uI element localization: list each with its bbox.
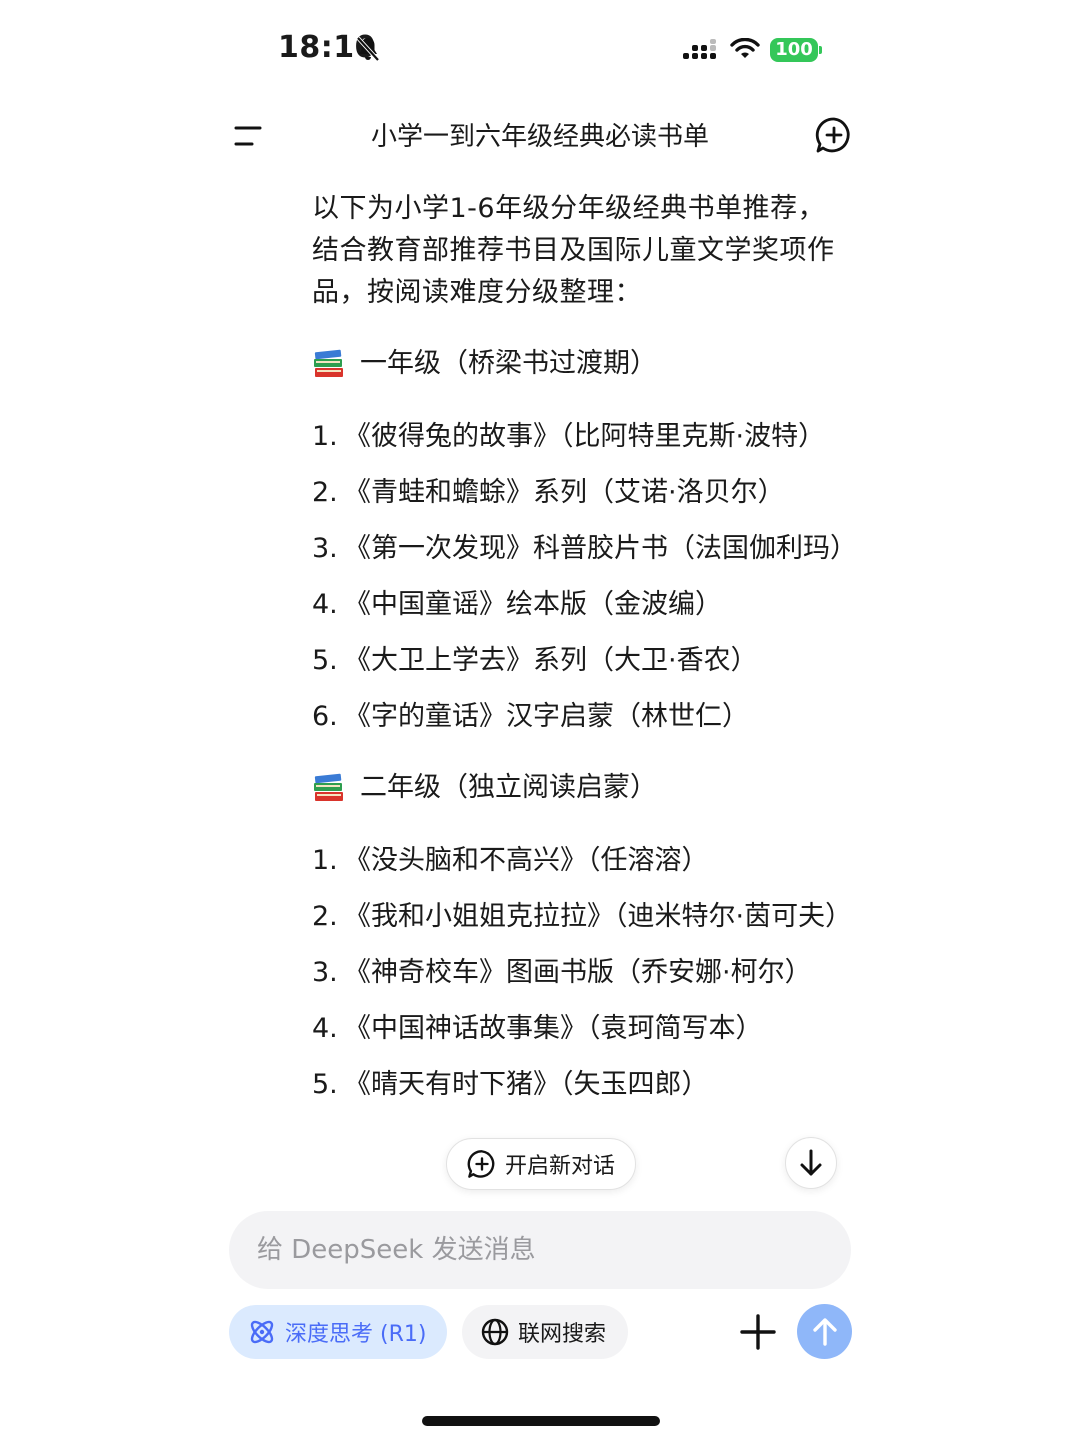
book-title: 《没头脑和不高兴》（任溶溶）: [344, 845, 709, 876]
list-number: 6.: [312, 701, 338, 732]
book-title: 《大卫上学去》系列（大卫·香农）: [344, 645, 758, 676]
list-number: 3.: [312, 957, 338, 988]
globe-icon: [481, 1318, 509, 1346]
list-item: 4. 《中国童谣》绘本版（金波编）: [312, 584, 852, 626]
book-title: 《中国童谣》绘本版（金波编）: [344, 589, 722, 620]
book-title: 《中国神话故事集》（袁珂简写本）: [344, 1013, 763, 1044]
list-number: 2.: [312, 477, 338, 508]
books-icon: [314, 773, 343, 801]
list-item: 2. 《青蛙和蟾蜍》系列（艾诺·洛贝尔）: [312, 472, 852, 514]
message-input[interactable]: [229, 1211, 851, 1289]
book-list: 1. 《没头脑和不高兴》（任溶溶） 2. 《我和小姐姐克拉拉》（迪米特尔·茵可夫） …: [312, 840, 852, 1106]
signal-icon: [683, 39, 716, 59]
book-title: 《我和小姐姐克拉拉》（迪米特尔·茵可夫）: [344, 901, 852, 932]
new-conversation-button[interactable]: 开启新对话: [446, 1138, 636, 1190]
list-number: 2.: [312, 901, 338, 932]
books-icon: [314, 349, 343, 377]
home-indicator[interactable]: [422, 1416, 660, 1426]
list-item: 5. 《晴天有时下猪》（矢玉四郎）: [312, 1064, 852, 1106]
grade-2-heading: 二年级（独立阅读启蒙）: [360, 772, 657, 803]
book-title: 《字的童话》汉字启蒙（林世仁）: [344, 701, 749, 732]
deep-think-toggle[interactable]: 深度思考 (R1): [229, 1305, 447, 1359]
atom-icon: [250, 1320, 274, 1344]
list-number: 5.: [312, 1069, 338, 1100]
list-number: 4.: [312, 589, 338, 620]
deep-think-label: 深度思考 (R1): [285, 1322, 427, 1347]
page-title: 小学一到六年级经典必读书单: [370, 122, 709, 152]
menu-icon[interactable]: [232, 122, 264, 152]
arrow-down-icon: [800, 1149, 822, 1176]
book-title: 《青蛙和蟾蜍》系列（艾诺·洛贝尔）: [344, 477, 785, 508]
list-number: 3.: [312, 533, 338, 564]
book-title: 《彼得兔的故事》（比阿特里克斯·波特）: [344, 421, 826, 452]
list-number: 5.: [312, 645, 338, 676]
web-search-toggle[interactable]: 联网搜索: [462, 1305, 628, 1359]
section-heading: 二年级（独立阅读启蒙）: [312, 768, 852, 808]
list-number: 1.: [312, 845, 338, 876]
book-title: 《晴天有时下猪》（矢玉四郎）: [344, 1069, 709, 1100]
new-chat-icon[interactable]: [815, 116, 853, 154]
list-item: 1. 《彼得兔的故事》（比阿特里克斯·波特）: [312, 416, 852, 458]
bell-slash-icon: [356, 36, 380, 62]
list-item: 3. 《第一次发现》科普胶片书（法国伽利玛）: [312, 528, 852, 570]
plus-icon[interactable]: [738, 1312, 778, 1352]
new-chat-icon: [467, 1150, 495, 1178]
list-item: 3. 《神奇校车》图画书版（乔安娜·柯尔）: [312, 952, 852, 994]
list-item: 2. 《我和小姐姐克拉拉》（迪米特尔·茵可夫）: [312, 896, 852, 938]
web-search-label: 联网搜索: [518, 1322, 607, 1347]
list-number: 4.: [312, 1013, 338, 1044]
arrow-up-icon: [812, 1317, 837, 1346]
wifi-icon: [730, 38, 760, 58]
list-item: 5. 《大卫上学去》系列（大卫·香农）: [312, 640, 852, 682]
new-conversation-label: 开启新对话: [504, 1154, 615, 1179]
list-item: 1. 《没头脑和不高兴》（任溶溶）: [312, 840, 852, 882]
section-heading: 一年级（桥梁书过渡期）: [312, 344, 852, 384]
list-item: 6. 《字的童话》汉字启蒙（林世仁）: [312, 696, 852, 738]
scroll-down-button[interactable]: [785, 1137, 837, 1189]
list-number: 1.: [312, 421, 338, 452]
book-title: 《神奇校车》图画书版（乔安娜·柯尔）: [344, 957, 812, 988]
list-item: 4. 《中国神话故事集》（袁珂简写本）: [312, 1008, 852, 1050]
grade-1-heading: 一年级（桥梁书过渡期）: [360, 348, 657, 379]
book-list: 1. 《彼得兔的故事》（比阿特里克斯·波特） 2. 《青蛙和蟾蜍》系列（艾诺·洛贝尔…: [312, 416, 852, 738]
send-button[interactable]: [797, 1304, 852, 1359]
battery-icon: 100: [770, 38, 822, 62]
message-content: 以下为小学1-6年级分年级经典书单推荐，结合教育部推荐书目及国际儿童文学奖项作品…: [312, 188, 852, 1185]
intro-paragraph: 以下为小学1-6年级分年级经典书单推荐，结合教育部推荐书目及国际儿童文学奖项作品…: [312, 193, 835, 308]
book-title: 《第一次发现》科普胶片书（法国伽利玛）: [344, 533, 852, 564]
